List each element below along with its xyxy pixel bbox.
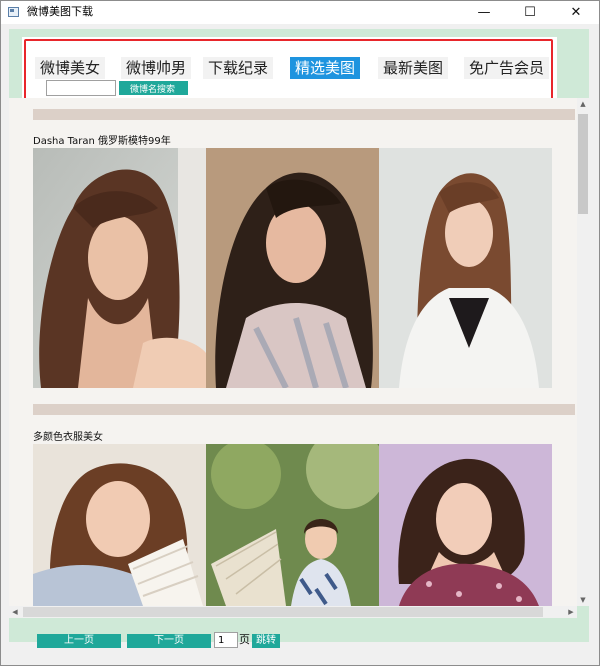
title-bar[interactable]: 微博美图下载 — ☐ ✕ (1, 1, 599, 24)
gallery-photo[interactable] (206, 148, 379, 388)
vertical-scrollbar[interactable]: ▲ ▼ (577, 98, 589, 606)
gallery-photo[interactable] (33, 148, 206, 388)
bottom-strip (1, 656, 599, 665)
prev-page-button[interactable]: 上一页 (37, 634, 121, 648)
window-title: 微博美图下载 (27, 5, 93, 18)
tab-weibo-handsome[interactable]: 微博帅男 (121, 57, 192, 79)
tab-featured-pictures[interactable]: 精选美图 (290, 57, 361, 79)
vertical-scroll-thumb[interactable] (578, 114, 588, 214)
maximize-button[interactable]: ☐ (507, 1, 553, 24)
nav-panel: 微博美女 微博帅男 下载纪录 精选美图 最新美图 免广告会员 微博名搜索 (22, 37, 557, 103)
scroll-up-icon[interactable]: ▲ (577, 98, 589, 110)
scroll-right-icon[interactable]: ▶ (565, 606, 577, 618)
tab-ad-free-member[interactable]: 免广告会员 (464, 57, 550, 79)
gallery-photo[interactable] (379, 444, 552, 606)
page-suffix-label: 页 (239, 633, 250, 646)
gallery-photo[interactable] (379, 148, 552, 388)
section-title: 多颜色衣服美女 (33, 432, 103, 443)
section-divider (33, 109, 575, 120)
horizontal-scroll-thumb[interactable] (23, 607, 543, 617)
jump-page-button[interactable]: 跳转 (252, 634, 280, 648)
gallery-photo[interactable] (33, 444, 206, 606)
gallery-scroll-area[interactable]: Dasha Taran 俄罗斯模特99年 多颜色衣服美女 (9, 98, 577, 606)
minimize-button[interactable]: — (461, 1, 507, 24)
weibo-name-search-button[interactable]: 微博名搜索 (119, 81, 188, 95)
gallery-photo[interactable] (206, 444, 379, 606)
tab-download-records[interactable]: 下载纪录 (203, 57, 274, 79)
section-title: Dasha Taran 俄罗斯模特99年 (33, 136, 171, 147)
tab-latest-pictures[interactable]: 最新美图 (378, 57, 449, 79)
search-input[interactable] (46, 80, 116, 96)
scroll-left-icon[interactable]: ◀ (9, 606, 21, 618)
scroll-down-icon[interactable]: ▼ (577, 594, 589, 606)
next-page-button[interactable]: 下一页 (127, 634, 211, 648)
app-window: 微博美图下载 — ☐ ✕ 微博美女 微博帅男 下载纪录 精选美图 最新美图 免广… (0, 0, 600, 666)
section-divider (33, 404, 575, 415)
horizontal-scrollbar[interactable]: ◀ ▶ (9, 606, 577, 618)
client-area: 微博美女 微博帅男 下载纪录 精选美图 最新美图 免广告会员 微博名搜索 Das… (1, 24, 599, 665)
app-icon (8, 7, 19, 17)
tab-weibo-beauties[interactable]: 微博美女 (35, 57, 106, 79)
close-button[interactable]: ✕ (553, 1, 599, 24)
page-number-input[interactable] (214, 632, 238, 648)
